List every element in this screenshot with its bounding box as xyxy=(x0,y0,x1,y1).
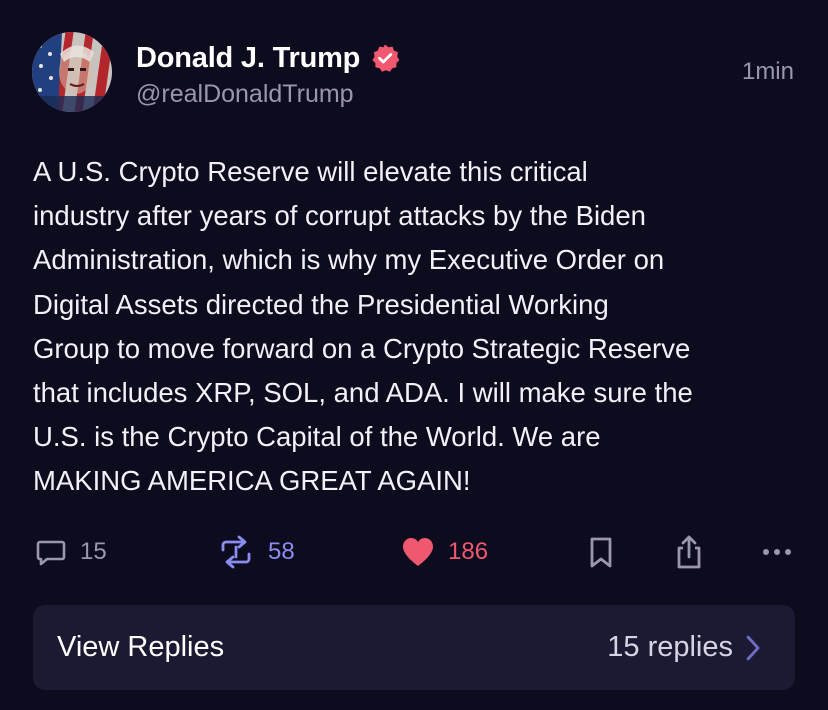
share-icon xyxy=(677,535,701,569)
reply-icon xyxy=(36,540,66,566)
post-actions-bar: 15 58 186 xyxy=(0,530,828,574)
reply-button[interactable]: 15 xyxy=(34,530,107,574)
repost-icon xyxy=(221,535,251,569)
like-count: 186 xyxy=(448,538,489,565)
author-handle[interactable]: @realDonaldTrump xyxy=(136,80,354,109)
post-timestamp: 1min xyxy=(741,58,794,85)
bookmark-icon xyxy=(590,537,612,568)
author-display-name[interactable]: Donald J. Trump xyxy=(136,42,360,75)
avatar[interactable] xyxy=(32,32,112,112)
author-name-row: Donald J. Trump xyxy=(136,38,400,78)
more-icon xyxy=(763,549,791,555)
post-card: Donald J. Trump @realDonaldTrump 1min A … xyxy=(0,0,828,710)
post-body-text: A U.S. Crypto Reserve will elevate this … xyxy=(33,156,693,497)
more-options-button[interactable] xyxy=(760,530,794,574)
like-button[interactable]: 186 xyxy=(400,530,488,574)
avatar-image xyxy=(32,32,112,112)
reply-count: 15 xyxy=(80,538,107,565)
replies-count-group: 15 replies xyxy=(607,605,761,690)
share-button[interactable] xyxy=(672,530,706,574)
replies-count-label: 15 replies xyxy=(607,631,733,663)
repost-button[interactable]: 58 xyxy=(216,530,295,574)
repost-count: 58 xyxy=(268,538,295,565)
view-replies-label: View Replies xyxy=(57,631,225,663)
heart-icon xyxy=(403,538,433,566)
view-replies-button[interactable]: View Replies 15 replies xyxy=(33,605,795,690)
verified-badge-icon xyxy=(372,44,400,72)
bookmark-button[interactable] xyxy=(588,530,614,574)
chevron-right-icon xyxy=(746,635,760,660)
